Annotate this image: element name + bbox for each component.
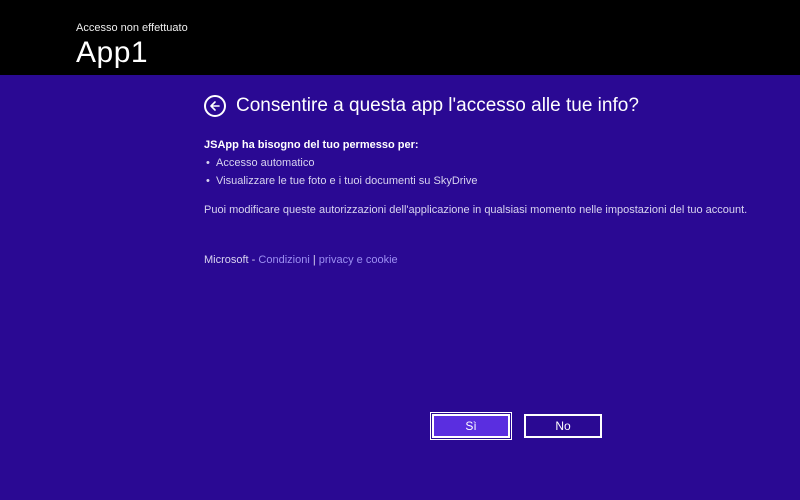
back-icon[interactable]: [204, 95, 226, 117]
permission-item: Visualizzare le tue foto e i tuoi docume…: [204, 173, 770, 191]
app-title: App1: [76, 36, 800, 70]
footer-links: Microsoft - Condizioni | privacy e cooki…: [204, 254, 770, 266]
terms-link[interactable]: Condizioni: [258, 254, 309, 266]
footer-dash: -: [249, 254, 259, 266]
button-row: Sì No: [432, 414, 602, 438]
app-header: Accesso non effettuato App1: [0, 0, 800, 75]
permission-item: Accesso automatico: [204, 155, 770, 173]
permissions-list: Accesso automatico Visualizzare le tue f…: [204, 155, 770, 190]
permissions-note: Puoi modificare queste autorizzazioni de…: [204, 204, 770, 216]
permissions-lead: JSApp ha bisogno del tuo permesso per:: [204, 139, 770, 151]
footer-sep: |: [310, 254, 319, 266]
privacy-link[interactable]: privacy e cookie: [319, 254, 398, 266]
dialog-title: Consentire a questa app l'accesso alle t…: [236, 95, 639, 117]
yes-button[interactable]: Sì: [432, 414, 510, 438]
no-button[interactable]: No: [524, 414, 602, 438]
consent-panel: Consentire a questa app l'accesso alle t…: [0, 75, 800, 500]
title-row: Consentire a questa app l'accesso alle t…: [204, 95, 770, 117]
footer-brand: Microsoft: [204, 254, 249, 266]
login-status: Accesso non effettuato: [76, 22, 800, 34]
